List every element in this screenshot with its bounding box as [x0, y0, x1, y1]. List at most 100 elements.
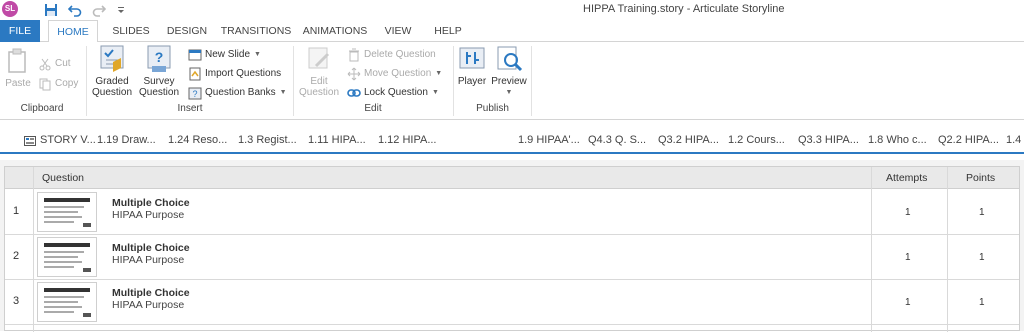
story-tab-story-view[interactable]: STORY V... — [40, 134, 96, 146]
paste-label: Paste — [5, 78, 31, 89]
story-tab[interactable]: 1.24 Reso... — [168, 134, 227, 146]
attempts-value: 1 — [905, 297, 911, 308]
save-icon[interactable] — [42, 1, 60, 19]
paste-icon — [3, 46, 33, 76]
story-tab[interactable]: 1.8 Who c... — [868, 134, 927, 146]
separator — [86, 46, 87, 116]
title-bar: SL HIPPA Training.story - Articulate Sto… — [0, 0, 1024, 20]
table-row[interactable]: 3 Multiple Choice HIPAA Purpose 1 1 — [5, 280, 1019, 325]
lock-question-button[interactable]: Lock Question ▼ — [347, 84, 439, 101]
story-tab[interactable]: Q2.2 HIPA... — [938, 134, 999, 146]
redo-icon[interactable] — [90, 1, 108, 19]
insert-group-label: Insert — [177, 103, 203, 114]
tab-help[interactable]: HELP — [426, 20, 470, 42]
user-avatar[interactable]: SL — [2, 1, 18, 17]
story-tab[interactable]: 1.2 Cours... — [728, 134, 785, 146]
slide-thumbnail — [37, 237, 97, 277]
slide-thumbnail — [37, 192, 97, 232]
attempts-value: 1 — [905, 207, 911, 218]
edit-question-label-line2: Question — [298, 87, 340, 98]
survey-question-label-line2: Question — [138, 87, 180, 98]
svg-text:?: ? — [192, 89, 197, 99]
header-attempts[interactable]: Attempts — [886, 172, 927, 184]
story-tab[interactable]: 1.12 HIPA... — [378, 134, 437, 146]
story-tab[interactable]: 1.4 — [1006, 134, 1021, 146]
story-view-icon — [24, 136, 36, 146]
chevron-down-icon: ▼ — [254, 51, 261, 58]
new-slide-label: New Slide — [205, 49, 251, 60]
player-button[interactable]: Player — [456, 44, 488, 87]
undo-icon[interactable] — [66, 1, 84, 19]
story-tab[interactable]: Q4.3 Q. S... — [588, 134, 646, 146]
window-title: HIPPA Training.story - Articulate Storyl… — [583, 3, 785, 15]
tab-view[interactable]: VIEW — [378, 20, 418, 42]
player-label: Player — [457, 76, 487, 87]
tab-animations[interactable]: ANIMATIONS — [300, 20, 370, 42]
copy-icon — [39, 78, 51, 90]
row-number: 2 — [13, 250, 20, 262]
question-type: Multiple Choice — [112, 287, 190, 299]
delete-question-button[interactable]: Delete Question — [347, 46, 436, 63]
question-banks-icon: ? — [188, 87, 202, 99]
question-banks-button[interactable]: ? Question Banks ▼ — [188, 84, 287, 101]
tab-slides[interactable]: SLIDES — [108, 20, 154, 42]
row-number: 3 — [13, 295, 20, 307]
story-tab[interactable]: 1.9 HIPAA'... — [518, 134, 580, 146]
question-type: Multiple Choice — [112, 197, 190, 209]
lock-question-label: Lock Question — [364, 87, 428, 98]
question-title: HIPAA Purpose — [112, 209, 185, 221]
header-question[interactable]: Question — [42, 172, 84, 184]
graded-question-button[interactable]: Graded Question — [90, 44, 134, 98]
cut-button[interactable]: Cut — [38, 55, 71, 72]
link-icon — [347, 88, 361, 97]
separator — [453, 46, 454, 116]
tab-transitions[interactable]: TRANSITIONS — [220, 20, 292, 42]
question-grid: Question Attempts Points 1 Multiple Choi… — [4, 166, 1020, 332]
story-tab[interactable]: Q3.3 HIPA... — [798, 134, 859, 146]
publish-group-label: Publish — [476, 103, 509, 114]
clipboard-group-label: Clipboard — [20, 103, 64, 114]
import-questions-icon — [189, 67, 201, 80]
story-tab[interactable]: 1.3 Regist... — [238, 134, 297, 146]
new-slide-icon — [188, 49, 202, 60]
delete-question-label: Delete Question — [364, 49, 436, 60]
edit-group-label: Edit — [364, 103, 382, 114]
tab-design[interactable]: DESIGN — [162, 20, 212, 42]
story-tab-strip: STORY V... 1.19 Draw... 1.24 Reso... 1.3… — [0, 128, 1024, 154]
paste-button[interactable]: Paste — [3, 46, 33, 89]
new-slide-button[interactable]: New Slide ▼ — [188, 46, 261, 63]
table-row[interactable]: 1 Multiple Choice HIPAA Purpose 1 1 — [5, 190, 1019, 235]
import-questions-button[interactable]: Import Questions — [188, 65, 281, 82]
customize-toolbar-icon[interactable] — [112, 1, 130, 19]
survey-question-icon: ? — [144, 44, 174, 74]
tab-home[interactable]: HOME — [48, 20, 98, 43]
separator — [531, 46, 532, 116]
separator — [293, 46, 294, 116]
grid-header: Question Attempts Points — [5, 167, 1019, 189]
question-title: HIPAA Purpose — [112, 254, 185, 266]
trash-icon — [349, 48, 359, 61]
preview-label: Preview — [491, 76, 527, 87]
survey-question-button[interactable]: ? Survey Question — [137, 44, 181, 98]
copy-button[interactable]: Copy — [38, 75, 78, 92]
slide-thumbnail — [37, 282, 97, 322]
story-tab[interactable]: 1.19 Draw... — [97, 134, 156, 146]
table-row[interactable]: 2 Multiple Choice HIPAA Purpose 1 1 — [5, 235, 1019, 280]
preview-button[interactable]: Preview ▼ — [490, 44, 528, 98]
svg-text:?: ? — [155, 49, 164, 65]
points-value: 1 — [979, 297, 985, 308]
graded-question-icon — [97, 44, 127, 74]
row-number: 1 — [13, 205, 20, 217]
graded-question-label-line2: Question — [91, 87, 133, 98]
header-points[interactable]: Points — [966, 172, 995, 184]
question-type: Multiple Choice — [112, 242, 190, 254]
chevron-down-icon: ▼ — [431, 89, 439, 96]
edit-question-label-line1: Edit — [310, 76, 328, 87]
points-value: 1 — [979, 252, 985, 263]
move-question-button[interactable]: Move Question ▼ — [347, 65, 442, 82]
story-tab[interactable]: Q3.2 HIPA... — [658, 134, 719, 146]
edit-question-button[interactable]: Edit Question — [297, 44, 341, 98]
story-tab[interactable]: 1.11 HIPA... — [308, 134, 366, 146]
scissors-icon — [39, 58, 51, 70]
tab-file[interactable]: FILE — [0, 20, 40, 42]
